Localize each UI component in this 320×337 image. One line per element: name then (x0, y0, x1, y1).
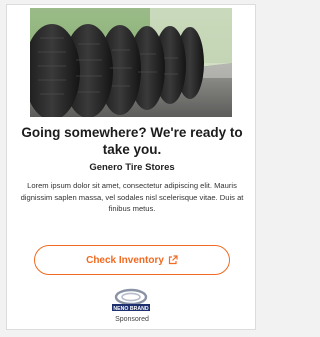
brand-logo-text: NENO BRAND (113, 306, 148, 312)
check-inventory-label: Check Inventory (86, 254, 164, 266)
tire-stack-image[interactable] (30, 8, 232, 117)
brand-logo[interactable]: NENO BRAND (108, 288, 154, 314)
ad-body-text: Lorem ipsum dolor sit amet, consectetur … (20, 181, 244, 213)
ad-card: Going somewhere? We're ready to take you… (6, 4, 256, 330)
store-name: Genero Tire Stores (89, 162, 175, 173)
sponsored-label: Sponsored (115, 316, 149, 323)
ad-headline: Going somewhere? We're ready to take you… (21, 125, 243, 157)
external-link-icon (168, 255, 178, 265)
check-inventory-button[interactable]: Check Inventory (34, 245, 230, 275)
